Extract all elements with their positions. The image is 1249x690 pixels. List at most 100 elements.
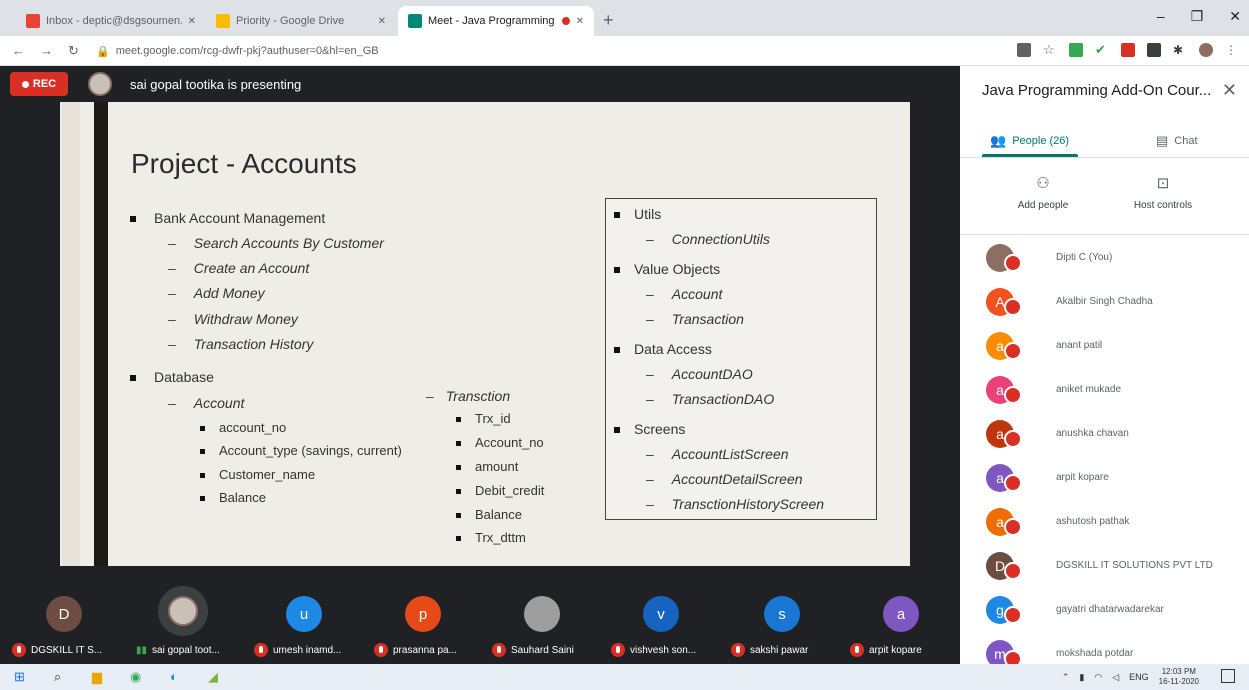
tab-meet[interactable]: Meet - Java Programming A ✕ [398,6,594,36]
participant-avatar[interactable]: v [643,596,679,632]
extension-icon[interactable] [1121,43,1135,57]
profile-avatar[interactable] [1199,43,1213,57]
volume-icon[interactable]: ◁ [1112,672,1119,683]
list-item[interactable]: a anant patil [986,332,1246,366]
list-item[interactable]: g gayatri dhatarwadarekar [986,596,1246,630]
reload-icon[interactable]: ↻ [68,43,79,59]
participant-label: Sauhard Saini [492,641,574,659]
participant-avatar[interactable]: p [405,596,441,632]
list-item: Trx_dttm [456,530,526,545]
edge-icon[interactable]: ◐ [170,669,178,684]
tab-label: Priority - Google Drive [236,15,345,27]
list-item[interactable]: a aniket mukade [986,376,1246,410]
tab-people[interactable]: 👥 People (26) [990,126,1069,156]
mic-off-icon [731,643,745,657]
extension-icon[interactable] [1069,43,1083,57]
people-icon: 👥 [990,133,1007,148]
list-item[interactable]: A Akalbir Singh Chadha [986,288,1246,322]
mic-off-icon [1004,650,1022,664]
back-icon[interactable]: ← [12,43,25,58]
participant-name: aniket mukade [1056,384,1122,395]
wifi-icon[interactable]: ◠ [1094,672,1102,683]
extension-icons: ☆ ✔ ✱ ⋮ [1017,43,1239,57]
close-icon[interactable]: ✕ [188,16,196,27]
participant-avatar[interactable] [524,596,560,632]
chevron-up-icon[interactable]: ⌃ [1062,672,1070,683]
list-item: Balance [200,490,266,505]
star-icon[interactable]: ☆ [1043,43,1057,57]
extension-icon[interactable] [1017,43,1031,57]
participant-name: Akalbir Singh Chadha [1056,296,1153,307]
list-item[interactable]: a anushka chavan [986,420,1246,454]
participant-label: umesh inamd... [254,641,341,659]
participant-avatar[interactable]: u [286,596,322,632]
search-icon[interactable]: ⌕ [54,669,61,685]
host-controls-button[interactable]: ⊡ Host controls [1118,174,1208,211]
list-item: Value Objects [614,261,720,277]
participant-avatar[interactable]: s [764,596,800,632]
add-people-button[interactable]: ⚇ Add people [998,174,1088,211]
mic-off-icon [492,643,506,657]
close-window-icon[interactable]: ✕ [1229,8,1241,25]
participant-avatar[interactable]: a [883,596,919,632]
list-item[interactable]: m mokshada potdar [986,640,1246,664]
participant-avatar[interactable] [158,586,208,636]
list-item[interactable]: a ashutosh pathak [986,508,1246,542]
presentation-slide: Project - Accounts Bank Account Manageme… [108,102,908,566]
participant-label: DGSKILL IT S... [12,641,102,659]
record-icon [21,80,29,88]
language-indicator[interactable]: ENG [1129,672,1149,682]
mic-off-icon [611,643,625,657]
extension-icon[interactable] [1147,43,1161,57]
close-icon[interactable]: ✕ [378,16,386,27]
slide-divider [94,102,108,566]
url-field[interactable]: 🔒 meet.google.com/rcg-dwfr-pkj?authuser=… [96,41,976,61]
list-item[interactable]: Dipti C (You) [986,244,1246,278]
close-icon[interactable]: ✕ [576,16,584,27]
close-icon[interactable]: ✕ [1222,80,1237,101]
forward-icon[interactable]: → [40,43,53,58]
drive-icon [216,14,230,28]
mic-off-icon [1004,474,1022,492]
rec-badge: REC [10,72,68,96]
divider [960,234,1249,235]
chrome-icon[interactable]: ◉ [130,669,141,685]
list-item[interactable]: a arpit kopare [986,464,1246,498]
windows-start-icon[interactable]: ⊞ [14,669,25,685]
check-icon[interactable]: ✔ [1095,43,1109,57]
mic-off-icon [254,643,268,657]
list-item: – Search Accounts By Customer [168,235,384,251]
tab-label: Inbox - deptic@dsgsoumen.edu.in [46,15,182,27]
meet-icon [408,14,422,28]
tab-drive[interactable]: Priority - Google Drive ✕ [206,6,396,36]
maximize-icon[interactable]: ❐ [1191,8,1204,25]
list-item: – Transction [426,388,511,404]
menu-icon[interactable]: ⋮ [1225,43,1239,57]
list-item[interactable]: D DGSKILL IT SOLUTIONS PVT LTD [986,552,1246,586]
notification-icon[interactable] [1221,669,1235,683]
mic-off-icon [1004,606,1022,624]
tab-chat[interactable]: ▤ Chat [1156,126,1198,156]
list-item: Data Access [614,341,712,357]
mic-off-icon [850,643,864,657]
list-item: Debit_credit [456,483,544,498]
clock[interactable]: 12:03 PM 16-11-2020 [1159,667,1199,687]
new-tab-button[interactable]: + [603,10,614,31]
mic-off-icon [12,643,26,657]
list-item: Customer_name [200,467,315,482]
slide-divider [62,102,80,566]
mic-icon[interactable]: ▮ [1079,672,1084,683]
mic-off-icon [374,643,388,657]
participant-label: vishvesh son... [611,641,696,659]
minimize-icon[interactable]: – [1157,8,1165,25]
mic-off-icon [1004,386,1022,404]
app-icon[interactable]: ◢ [208,669,218,685]
participant-avatar[interactable]: D [46,596,82,632]
avatar [88,72,112,96]
gmail-icon [26,14,40,28]
list-item: – Account [168,395,245,411]
tab-inbox[interactable]: Inbox - deptic@dsgsoumen.edu.in ✕ [16,6,206,36]
mic-off-icon [1004,562,1022,580]
file-explorer-icon[interactable]: ▆ [92,669,102,685]
puzzle-icon[interactable]: ✱ [1173,43,1187,57]
